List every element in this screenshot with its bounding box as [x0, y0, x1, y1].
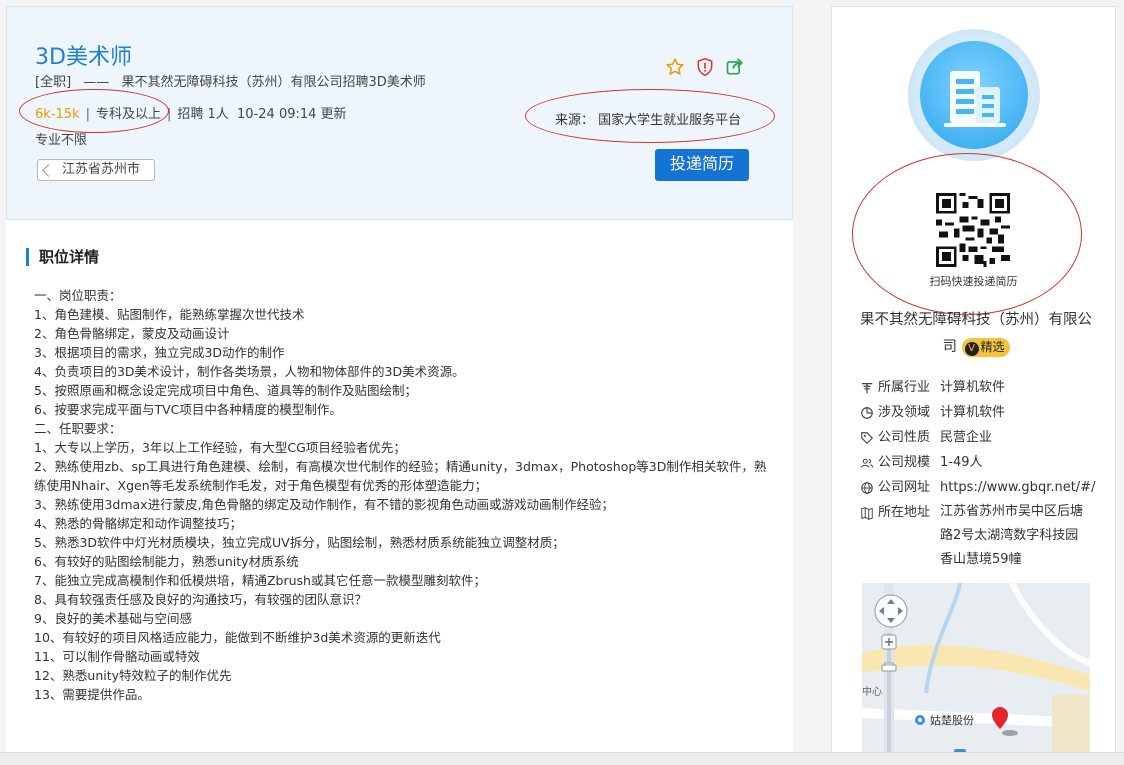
- industry-icon: [861, 382, 873, 393]
- updated-time: 10-24 09:14 更新: [237, 107, 347, 122]
- job-actions: [665, 57, 745, 77]
- horizontal-scrollbar[interactable]: [0, 752, 1124, 765]
- desc-line: 3、根据项目的需求，独立完成3D动作的制作: [34, 345, 285, 360]
- company-map[interactable]: 姑楚股份 中心: [862, 583, 1090, 765]
- job-type: [全职]: [35, 75, 72, 90]
- domain-icon: [861, 406, 873, 419]
- desc-line: 12、熟悉unity特效粒子的制作优先: [34, 668, 232, 683]
- location-tag: 江苏省苏州市: [37, 159, 156, 181]
- company-website-link[interactable]: https://www.gbqr.net/#/: [940, 475, 1095, 500]
- company-sidebar: 扫码快速投递简历 果不其然无障碍科技（苏州）有限公司 V 精选 所属行业 计算机软…: [831, 6, 1116, 765]
- map-edge-label: 中心: [862, 685, 882, 698]
- job-detail: 职位详情 一、岗位职责： 1、角色建模、贴图制作，能熟练掌握次世代技术 2、角色…: [6, 220, 793, 765]
- apply-button[interactable]: 投递简历: [655, 149, 749, 181]
- info-row-size: 公司规模 1-49人: [860, 450, 1090, 475]
- desc-line: 1、角色建模、贴图制作，能熟练掌握次世代技术: [34, 307, 305, 322]
- desc-line: 二、任职要求：: [34, 421, 122, 436]
- desc-line: 9、良好的美术基础与空间感: [34, 611, 192, 626]
- map-poi-label: 姑楚股份: [930, 713, 974, 727]
- annotation-ellipse-qr: [852, 153, 1082, 315]
- job-subtitle: [全职] —— 果不其然无障碍科技（苏州）有限公司招聘3D美术师: [35, 71, 426, 90]
- info-row-address: 所在地址 江苏省苏州市吴中区后塘路2号太湖湾数字科技园香山慧境59幢: [860, 500, 1090, 567]
- company-name[interactable]: 果不其然无障碍科技（苏州）有限公司 V 精选: [856, 307, 1096, 361]
- company-logo: [908, 29, 1040, 161]
- featured-badge: V 精选: [961, 337, 1010, 357]
- desc-line: 4、熟悉的骨骼绑定和动作调整技巧；: [34, 516, 242, 531]
- job-company-recruit: 果不其然无障碍科技（苏州）有限公司招聘3D美术师: [121, 75, 426, 90]
- desc-line: 11、可以制作骨骼动画或特效: [34, 649, 200, 664]
- section-title: 职位详情: [26, 248, 99, 266]
- annotation-ellipse-salary: [19, 89, 169, 133]
- star-icon[interactable]: [665, 57, 685, 77]
- map-icon: [861, 506, 873, 520]
- desc-line: 5、熟悉3D软件中灯光材质模块，独立完成UV拆分，贴图绘制，熟悉材质系统能独立调…: [34, 535, 565, 550]
- job-dash: ——: [83, 75, 110, 90]
- v-icon: V: [964, 341, 979, 356]
- desc-line: 3、熟练使用3dmax进行蒙皮,角色骨骼的绑定及动作制作，有不错的影视角色动画或…: [34, 497, 615, 512]
- annotation-ellipse-source: [525, 89, 775, 143]
- desc-line: 6、按要求完成平面与TVC项目中各种精度的模型制作。: [34, 402, 342, 417]
- desc-line: 2、熟练使用zb、sp工具进行角色建模、绘制，有高模次世代制作的经验；精通uni…: [34, 459, 767, 493]
- job-title: 3D美术师: [35, 45, 132, 70]
- desc-line: 8、具有较强责任感及良好的沟通技巧，有较强的团队意识？: [34, 592, 367, 607]
- desc-line: 5、按照原画和概念设定完成项目中角色、道具等的制作及贴图绘制；: [34, 383, 417, 398]
- share-icon[interactable]: [725, 57, 745, 77]
- desc-line: 一、岗位职责：: [34, 288, 122, 303]
- building-icon: [944, 71, 1006, 127]
- desc-line: 4、负责项目的3D美术设计，制作各类场景，人物和物体部件的3D美术资源。: [34, 364, 465, 379]
- desc-line: 1、大专以上学历，3年以上工作经验，有大型CG项目经验者优先；: [34, 440, 406, 455]
- headcount: 招聘 1人: [177, 107, 229, 122]
- job-header: 3D美术师 [全职] —— 果不其然无障碍科技（苏州）有限公司招聘3D美术师 6…: [6, 6, 793, 220]
- info-row-industry: 所属行业 计算机软件: [860, 375, 1090, 400]
- shield-alert-icon[interactable]: [695, 57, 715, 77]
- desc-line: 6、有较好的贴图绘制能力，熟悉unity材质系统: [34, 554, 299, 569]
- page: 3D美术师 [全职] —— 果不其然无障碍科技（苏州）有限公司招聘3D美术师 6…: [0, 0, 1124, 765]
- desc-line: 13、需要提供作品。: [34, 687, 150, 702]
- desc-line: 2、角色骨骼绑定，蒙皮及动画设计: [34, 326, 230, 341]
- tag-icon: [861, 431, 874, 444]
- desc-line: 10、有较好的项目风格适应能力，能做到不断维护3d美术资源的更新迭代: [34, 630, 441, 645]
- job-description: 一、岗位职责： 1、角色建模、贴图制作，能熟练掌握次世代技术 2、角色骨骼绑定，…: [34, 286, 774, 704]
- people-icon: [860, 458, 874, 468]
- company-info: 所属行业 计算机软件 涉及领域 计算机软件 公司性质 民营企业 公司规模 1-4…: [860, 375, 1095, 567]
- info-row-nature: 公司性质 民营企业: [860, 425, 1090, 450]
- info-row-domain: 涉及领域 计算机软件: [860, 400, 1090, 425]
- desc-line: 7、能独立完成高模制作和低模烘培，精通Zbrush或其它任意一款模型雕刻软件；: [34, 573, 486, 588]
- globe-icon: [861, 481, 873, 494]
- info-row-website: 公司网址 https://www.gbqr.net/#/: [860, 475, 1095, 500]
